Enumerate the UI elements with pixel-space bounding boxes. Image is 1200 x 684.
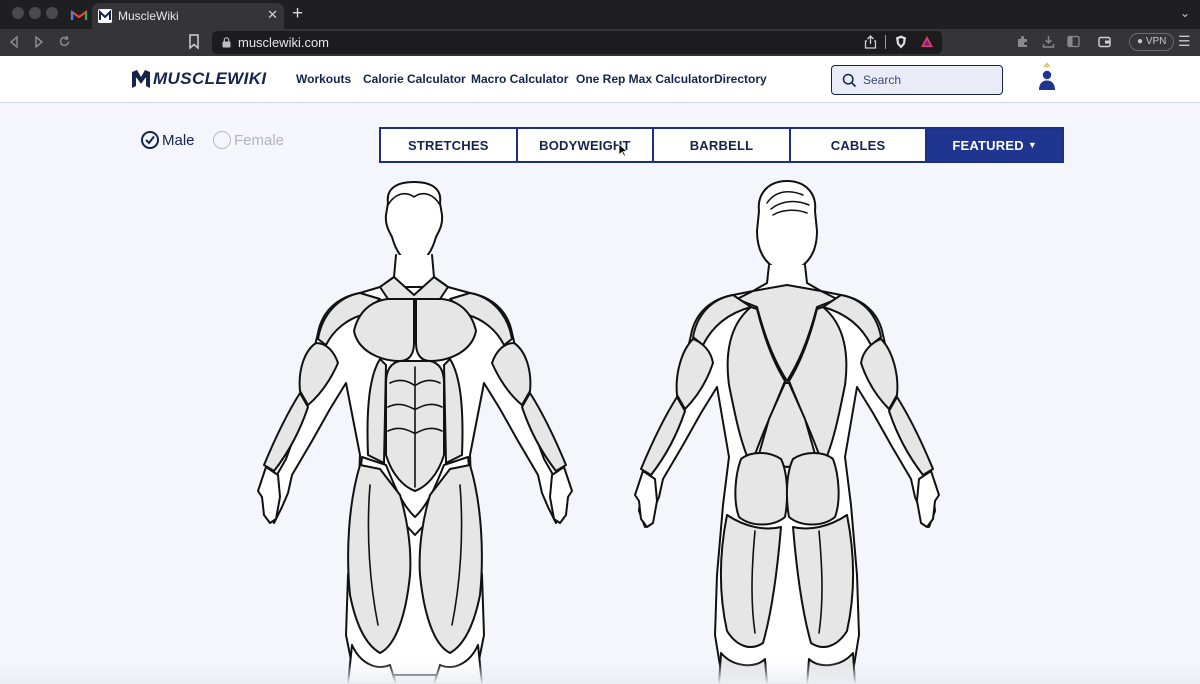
category-bodyweight-button[interactable]: BODYWEIGHT <box>518 129 655 161</box>
front-head <box>384 181 444 266</box>
site-header: MUSCLEWIKI Workouts Calorie Calculator M… <box>0 56 1200 103</box>
address-divider <box>885 35 886 49</box>
back-glute-left <box>734 452 789 526</box>
caret-down-icon: ▼ <box>1027 140 1037 150</box>
bookmark-icon[interactable] <box>188 34 200 50</box>
brave-rewards-icon[interactable] <box>920 35 934 49</box>
search-icon <box>842 73 857 88</box>
gender-male-radio[interactable]: Male <box>141 131 195 149</box>
browser-tab-bar: MuscleWiki ✕ + ⌄ <box>0 0 1200 29</box>
address-bar[interactable]: musclewiki.com <box>212 31 942 54</box>
front-body-diagram <box>257 181 573 684</box>
category-stretches-button[interactable]: STRETCHES <box>381 129 518 161</box>
sidebar-toggle-icon[interactable] <box>1067 35 1080 48</box>
window-close-dot[interactable] <box>12 7 24 19</box>
user-avatar-icon[interactable] <box>1035 62 1059 94</box>
window-zoom-dot[interactable] <box>46 7 58 19</box>
url-text: musclewiki.com <box>238 35 330 50</box>
extensions-puzzle-icon[interactable] <box>1016 35 1029 48</box>
category-label: BODYWEIGHT <box>539 137 631 153</box>
category-cables-button[interactable]: CABLES <box>791 129 928 161</box>
vpn-label: VPN <box>1145 36 1167 47</box>
window-minimize-dot[interactable] <box>29 7 41 19</box>
gmail-tab-icon[interactable] <box>68 6 90 24</box>
tab-list-chevron-icon[interactable]: ⌄ <box>1180 6 1190 20</box>
front-hand-right <box>549 466 573 524</box>
back-head <box>756 180 818 274</box>
back-body-diagram <box>634 180 940 684</box>
nav-directory[interactable]: Directory <box>714 72 767 86</box>
back-icon[interactable] <box>8 35 20 49</box>
musclewiki-logo-icon <box>132 70 150 88</box>
nav-one-rep-max-calculator[interactable]: One Rep Max Calculator <box>576 72 714 86</box>
gender-male-label: Male <box>162 131 195 149</box>
radio-checked-icon <box>141 131 159 149</box>
scroll-fade <box>0 662 1200 684</box>
nav-workouts[interactable]: Workouts <box>296 72 351 86</box>
gender-female-radio[interactable]: Female <box>213 131 284 149</box>
category-featured-dropdown[interactable]: FEATURED ▼ <box>927 129 1062 161</box>
category-label: STRETCHES <box>408 137 489 153</box>
musclewiki-favicon-icon <box>98 9 112 23</box>
downloads-icon[interactable] <box>1042 35 1055 48</box>
back-glute-right <box>785 452 840 526</box>
brave-shield-icon[interactable] <box>895 35 907 49</box>
browser-menu-icon[interactable]: ☰ <box>1178 33 1191 50</box>
search-placeholder: Search <box>863 73 902 87</box>
logo-text: MUSCLEWIKI <box>153 69 267 88</box>
forward-icon[interactable] <box>33 35 45 49</box>
back-hand-left <box>634 470 658 528</box>
browser-toolbar: musclewiki.com ● VPN ☰ <box>0 29 1200 56</box>
back-hand-right <box>916 470 940 528</box>
reload-icon[interactable] <box>58 35 71 48</box>
category-label: CABLES <box>830 137 886 153</box>
wallet-icon[interactable] <box>1098 35 1111 48</box>
share-icon[interactable] <box>864 35 877 49</box>
gender-female-label: Female <box>234 131 285 149</box>
category-label: BARBELL <box>689 137 754 153</box>
tab-musclewiki[interactable]: MuscleWiki ✕ <box>92 3 284 29</box>
category-barbell-button[interactable]: BARBELL <box>654 129 791 161</box>
category-label: FEATURED <box>952 137 1024 153</box>
vpn-button[interactable]: ● VPN <box>1129 33 1175 51</box>
musclewiki-logo[interactable]: MUSCLEWIKI <box>131 68 267 90</box>
new-tab-icon[interactable]: + <box>292 3 303 25</box>
search-input[interactable]: Search <box>831 65 1003 95</box>
tab-close-icon[interactable]: ✕ <box>267 7 278 23</box>
nav-calorie-calculator[interactable]: Calorie Calculator <box>363 72 466 86</box>
mouse-cursor-icon <box>618 143 628 157</box>
radio-unchecked-icon <box>213 131 231 149</box>
tab-title: MuscleWiki <box>118 9 179 23</box>
lock-icon <box>222 37 231 48</box>
exercise-category-bar: STRETCHES BODYWEIGHT BARBELL CABLES FEAT… <box>379 127 1064 163</box>
nav-macro-calculator[interactable]: Macro Calculator <box>471 72 568 86</box>
front-hand-left <box>257 466 281 524</box>
